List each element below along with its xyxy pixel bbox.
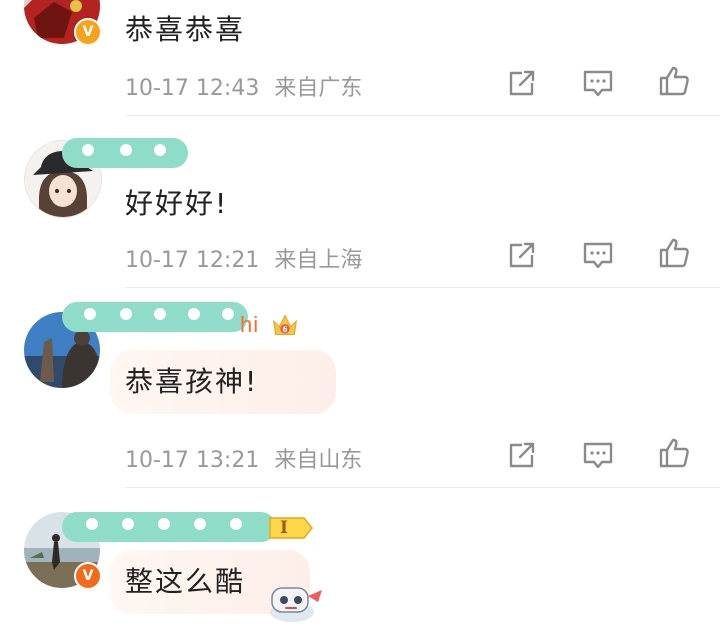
comment-item: V 恭喜恭喜 10-17 12:43 来自广东 xyxy=(0,0,720,116)
crown-6-icon: 6 xyxy=(272,314,298,335)
share-icon xyxy=(509,442,535,468)
comment-item: 好好好! 10-17 12:21 来自上海 xyxy=(0,116,720,288)
level-1-badge-icon: I xyxy=(268,516,314,540)
comment-item: hi 6 恭喜孩神! 10-17 13:21 来自山东 xyxy=(0,288,720,488)
comment-timestamp: 10-17 12:21 xyxy=(125,248,260,273)
thumbs-up-icon xyxy=(659,438,689,468)
comment-meta: 10-17 12:21 来自上海 xyxy=(125,242,362,274)
like-button[interactable] xyxy=(656,235,692,271)
comment-text: 好好好! xyxy=(125,187,229,220)
comment-button[interactable] xyxy=(580,437,616,473)
like-button[interactable] xyxy=(656,435,692,471)
share-icon xyxy=(509,242,535,268)
verified-icon: V xyxy=(74,562,102,590)
share-button[interactable] xyxy=(504,437,540,473)
comment-item: V I 整这么酷 xyxy=(0,488,720,633)
comment-text: 恭喜恭喜 xyxy=(125,13,246,46)
comment-button[interactable] xyxy=(580,65,616,101)
comment-location: 来自山东 xyxy=(274,448,363,473)
comment-timestamp: 10-17 12:43 xyxy=(125,76,260,101)
robot-sticker-icon xyxy=(270,587,322,622)
share-button[interactable] xyxy=(504,65,540,101)
comment-icon xyxy=(583,70,613,97)
comment-icon xyxy=(583,242,613,269)
username-tail[interactable]: hi xyxy=(240,312,259,338)
comment-location: 来自上海 xyxy=(274,248,363,273)
share-button[interactable] xyxy=(504,237,540,273)
comment-text: 整这么酷 xyxy=(125,565,246,598)
share-icon xyxy=(509,70,535,96)
comment-list: V 恭喜恭喜 10-17 12:43 来自广东 好好好! 10-17 12:21… xyxy=(0,0,720,633)
thumbs-up-icon xyxy=(659,66,689,96)
verified-icon: V xyxy=(74,18,102,46)
svg-text:6: 6 xyxy=(282,325,287,334)
comment-location: 来自广东 xyxy=(274,76,363,101)
comment-meta: 10-17 12:43 来自广东 xyxy=(125,70,362,102)
comment-text: 恭喜孩神! xyxy=(125,365,259,398)
thumbs-up-icon xyxy=(659,238,689,268)
username-redacted[interactable] xyxy=(62,302,248,332)
username-redacted[interactable] xyxy=(62,138,188,168)
level-badge-text: I xyxy=(280,518,288,538)
comment-meta: 10-17 13:21 来自山东 xyxy=(125,442,362,474)
comment-button[interactable] xyxy=(580,237,616,273)
like-button[interactable] xyxy=(656,63,692,99)
comment-icon xyxy=(583,442,613,469)
username-redacted[interactable] xyxy=(62,512,276,542)
comment-timestamp: 10-17 13:21 xyxy=(125,448,260,473)
